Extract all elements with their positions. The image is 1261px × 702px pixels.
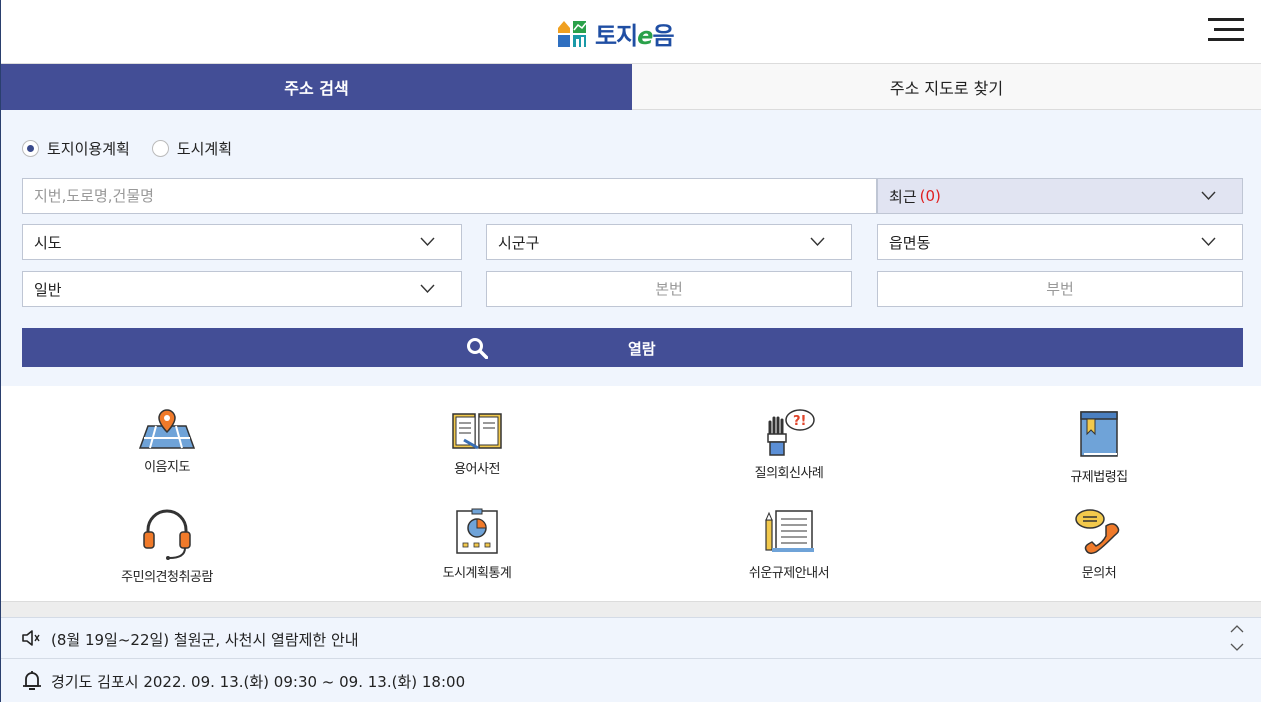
section-divider bbox=[1, 601, 1261, 617]
quick-item-urban-stats[interactable]: 도시계획통계 bbox=[397, 508, 557, 581]
up-down-arrows-icon[interactable] bbox=[1229, 622, 1245, 654]
radio-unchecked-icon bbox=[151, 140, 169, 157]
recent-dropdown[interactable]: 최근 (0) bbox=[877, 178, 1243, 214]
notice-row-restriction[interactable]: 경기도 김포시 2022. 09. 13.(화) 09:30 ~ 09. 13.… bbox=[1, 658, 1261, 702]
recent-count: (0) bbox=[919, 187, 941, 205]
sigungu-value: 시군구 bbox=[498, 233, 540, 252]
notice-text: 경기도 김포시 2022. 09. 13.(화) 09:30 ~ 09. 13.… bbox=[51, 673, 466, 691]
radio-label: 도시계획 bbox=[176, 140, 233, 158]
dictionary-book-icon bbox=[452, 413, 502, 450]
headset-icon bbox=[143, 509, 191, 560]
quick-menu: 이음지도 용어사전 ?! 질의회신사례 규제법령집 주민의견청취공람 도시계획통… bbox=[1, 386, 1261, 601]
document-pencil-icon bbox=[765, 510, 814, 552]
notice-text: (8월 19일~22일) 철원군, 사천시 열람제한 안내 bbox=[51, 631, 359, 649]
quick-item-label: 주민의견청취공람 bbox=[121, 570, 213, 585]
quick-item-public-opinion[interactable]: 주민의견청취공람 bbox=[87, 508, 247, 585]
map-pin-icon bbox=[138, 409, 196, 449]
statistics-chart-icon bbox=[456, 508, 498, 554]
logo-text: 토지e음 bbox=[595, 21, 675, 50]
quick-item-label: 문의처 bbox=[1081, 566, 1117, 581]
quick-item-label: 규제법령집 bbox=[1070, 470, 1128, 485]
chevron-down-icon bbox=[810, 237, 825, 247]
bubeon-input[interactable] bbox=[878, 280, 1242, 298]
quick-item-contact[interactable]: 문의처 bbox=[1019, 508, 1179, 581]
logo-icon bbox=[558, 21, 587, 47]
quick-item-label: 질의회신사례 bbox=[754, 466, 824, 481]
header: 토지e음 bbox=[1, 0, 1261, 63]
law-book-icon bbox=[1080, 411, 1118, 457]
search-icon bbox=[467, 338, 488, 359]
view-button[interactable]: 열람 bbox=[22, 328, 1243, 367]
bubeon-field[interactable] bbox=[877, 271, 1243, 307]
radio-label: 토지이용계획 bbox=[47, 140, 130, 158]
phone-chat-icon bbox=[1075, 509, 1120, 555]
chevron-down-icon bbox=[1201, 237, 1216, 247]
radio-urban-plan[interactable]: 도시계획 bbox=[151, 138, 233, 159]
quick-item-label: 쉬운규제안내서 bbox=[748, 566, 830, 581]
tab-address-search[interactable]: 주소 검색 bbox=[1, 64, 632, 110]
land-type-value: 일반 bbox=[34, 280, 62, 299]
hamburger-menu-icon[interactable] bbox=[1208, 18, 1244, 42]
quick-item-dictionary[interactable]: 용어사전 bbox=[397, 408, 557, 477]
eupmyeondong-select[interactable]: 읍면동 bbox=[877, 224, 1243, 260]
address-search-field[interactable] bbox=[22, 178, 877, 214]
eupmyeondong-value: 읍면동 bbox=[889, 233, 931, 252]
chevron-down-icon bbox=[420, 284, 435, 294]
quick-item-label: 이음지도 bbox=[144, 460, 190, 475]
sigungu-select[interactable]: 시군구 bbox=[486, 224, 852, 260]
bonbeon-field[interactable] bbox=[486, 271, 852, 307]
chevron-down-icon bbox=[1201, 191, 1216, 201]
land-type-select[interactable]: 일반 bbox=[22, 271, 462, 307]
site-logo[interactable]: 토지e음 bbox=[557, 17, 675, 50]
search-tabs: 주소 검색 주소 지도로 찾기 bbox=[1, 63, 1261, 110]
quick-item-label: 도시계획통계 bbox=[442, 566, 512, 581]
tab-address-map[interactable]: 주소 지도로 찾기 bbox=[632, 64, 1261, 110]
recent-label: 최근 bbox=[889, 187, 917, 206]
view-button-label: 열람 bbox=[628, 340, 656, 358]
quick-item-ieum-map[interactable]: 이음지도 bbox=[87, 408, 247, 475]
notice-row-announcement[interactable]: (8월 19일~22일) 철원군, 사천시 열람제한 안내 bbox=[1, 617, 1261, 658]
bonbeon-input[interactable] bbox=[487, 280, 851, 298]
quick-item-law-book[interactable]: 규제법령집 bbox=[1019, 408, 1179, 485]
search-form: 토지이용계획 도시계획 최근 (0) 시도 시군구 읍면동 일반 bbox=[1, 110, 1261, 386]
bell-icon bbox=[23, 671, 41, 690]
sido-select[interactable]: 시도 bbox=[22, 224, 462, 260]
radio-checked-icon bbox=[22, 140, 39, 157]
quick-item-easy-guide[interactable]: 쉬운규제안내서 bbox=[709, 508, 869, 581]
speaker-icon bbox=[22, 630, 40, 646]
sido-value: 시도 bbox=[34, 233, 62, 252]
address-search-input[interactable] bbox=[34, 187, 876, 205]
radio-land-use-plan[interactable]: 토지이용계획 bbox=[22, 138, 130, 159]
svg-text:?!: ?! bbox=[793, 414, 806, 429]
quick-item-label: 용어사전 bbox=[454, 462, 500, 477]
chevron-down-icon bbox=[420, 237, 435, 247]
quick-item-qa-cases[interactable]: ?! 질의회신사례 bbox=[709, 408, 869, 481]
question-hand-icon: ?! bbox=[767, 409, 815, 456]
plan-type-radios: 토지이용계획 도시계획 bbox=[22, 138, 232, 159]
